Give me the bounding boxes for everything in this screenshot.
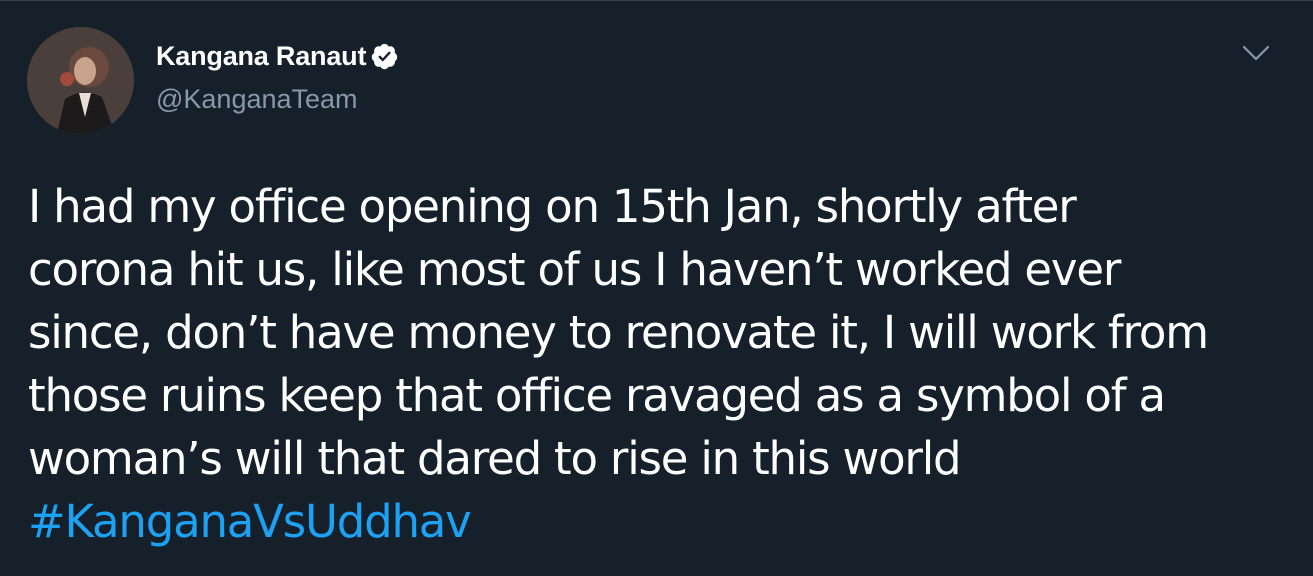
hashtag-link[interactable]: #KanganaVsUddhav <box>28 495 472 548</box>
avatar[interactable] <box>27 27 134 134</box>
avatar-image <box>27 27 134 134</box>
chevron-down-icon[interactable] <box>1240 39 1272 67</box>
tweet-text-line: I had my office opening on 15th Jan, sho… <box>28 180 1077 233</box>
tweet-text-line: woman’s will that dared to rise in this … <box>28 432 962 485</box>
display-name[interactable]: Kangana Ranaut <box>156 41 366 72</box>
verified-badge-icon <box>370 42 399 71</box>
tweet-text: I had my office opening on 15th Jan, sho… <box>28 175 1293 553</box>
author-handle[interactable]: @KanganaTeam <box>156 84 358 115</box>
tweet-card: Kangana Ranaut @KanganaTeam I had my off… <box>0 0 1313 576</box>
author-name-row[interactable]: Kangana Ranaut <box>156 41 399 72</box>
tweet-text-line: corona hit us, like most of us I haven’t… <box>28 243 1121 296</box>
tweet-text-line: those ruins keep that office ravaged as … <box>28 369 1166 422</box>
tweet-text-line: since, don’t have money to renovate it, … <box>28 306 1209 359</box>
